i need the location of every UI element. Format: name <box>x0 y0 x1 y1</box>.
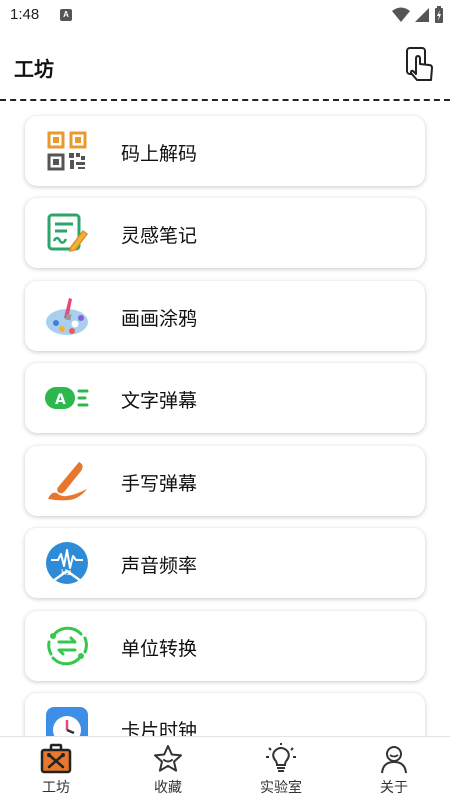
notification-badge: A <box>60 9 72 21</box>
person-icon <box>378 743 410 775</box>
tool-label: 单位转换 <box>121 638 198 660</box>
tool-card-sound-frequency[interactable]: Hz 声音频率 <box>25 528 425 598</box>
tool-label: 手写弹幕 <box>121 473 198 495</box>
status-bar: 1:48 A <box>0 0 450 32</box>
signal-icon <box>415 8 429 22</box>
tool-card-unit-convert[interactable]: 单位转换 <box>25 611 425 681</box>
tool-list: 码上解码 灵感笔记 画画涂鸦 A 文字弹幕 手写弹幕 Hz 声音频率 单位转换 … <box>0 101 450 736</box>
tab-label: 工坊 <box>42 780 70 796</box>
bottom-tab-bar: 工坊 收藏 实验室 关于 <box>0 736 450 800</box>
tab-label: 实验室 <box>260 780 302 796</box>
tab-favorites[interactable]: 收藏 <box>112 737 224 800</box>
tool-card-handwriting-danmaku[interactable]: 手写弹幕 <box>25 446 425 516</box>
wifi-icon <box>392 7 410 22</box>
star-icon <box>152 743 184 775</box>
tab-label: 收藏 <box>154 780 182 796</box>
tool-card-text-danmaku[interactable]: A 文字弹幕 <box>25 363 425 433</box>
paint-palette-icon <box>45 294 89 338</box>
tool-label: 卡片时钟 <box>121 720 198 736</box>
text-danmaku-icon: A <box>45 376 89 420</box>
tool-label: 文字弹幕 <box>121 390 198 412</box>
svg-text:A: A <box>55 392 66 408</box>
tab-lab[interactable]: 实验室 <box>225 737 337 800</box>
handwriting-brush-icon <box>45 459 89 503</box>
touch-hand-icon[interactable] <box>404 46 436 82</box>
tool-card-notes[interactable]: 灵感笔记 <box>25 198 425 268</box>
toolbox-icon <box>40 743 72 775</box>
card-clock-icon <box>45 706 89 736</box>
tab-workshop[interactable]: 工坊 <box>0 737 112 800</box>
sound-frequency-icon: Hz <box>45 541 89 585</box>
tool-label: 声音频率 <box>121 555 198 577</box>
tool-label: 灵感笔记 <box>121 225 198 247</box>
tool-card-doodle[interactable]: 画画涂鸦 <box>25 281 425 351</box>
note-pen-icon <box>45 211 89 255</box>
battery-icon <box>435 6 443 23</box>
app-bar: 工坊 <box>0 32 450 100</box>
tool-card-qr-decode[interactable]: 码上解码 <box>25 116 425 186</box>
status-time: 1:48 <box>10 6 40 23</box>
qr-code-icon <box>45 129 89 173</box>
tool-label: 画画涂鸦 <box>121 308 198 330</box>
tab-label: 关于 <box>380 780 408 796</box>
tool-label: 码上解码 <box>121 143 198 165</box>
tab-about[interactable]: 关于 <box>338 737 450 800</box>
tool-card-card-clock[interactable]: 卡片时钟 <box>25 693 425 736</box>
lightbulb-icon <box>265 743 297 775</box>
status-icons <box>388 6 444 24</box>
unit-convert-icon <box>45 624 89 668</box>
page-title: 工坊 <box>14 57 54 81</box>
